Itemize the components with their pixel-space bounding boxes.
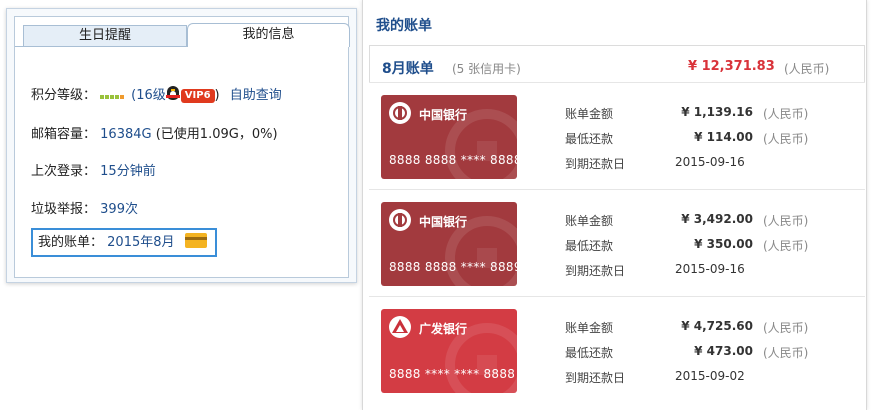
bank-card[interactable]: 中国银行 8888 8888 **** 8889 [381, 202, 517, 286]
bill-amount-label: 账单金额 [565, 107, 614, 121]
bill-amount-row: 账单金额 ¥ 3,492.00 (人民币) [565, 212, 808, 229]
mailbox-usage: (已使用1.09G，0%) [155, 127, 278, 142]
tab-my-info[interactable]: 我的信息 [187, 23, 350, 47]
bill-amount: ¥ 3,492.00 [681, 212, 753, 226]
bill-list: 中国银行 8888 8888 **** 8888 账单金额 ¥ 1,139.16… [369, 82, 865, 403]
bill-amount-label: 账单金额 [565, 321, 614, 335]
tab-birthday-reminder[interactable]: 生日提醒 [23, 25, 187, 47]
bank-name: 中国银行 [419, 215, 468, 229]
min-payment: ¥ 473.00 [694, 344, 753, 358]
last-login-row: 上次登录： 15分钟前 [31, 160, 156, 179]
last-login-value: 15分钟前 [100, 164, 156, 179]
level-bars-icon [100, 88, 125, 103]
cgb-logo-icon [389, 316, 411, 338]
min-payment: ¥ 114.00 [694, 130, 753, 144]
currency-unit: (人民币) [763, 239, 809, 253]
points-label: 积分等级： [31, 88, 97, 103]
due-date-label: 到期还款日 [565, 157, 626, 171]
credit-card-icon[interactable] [184, 233, 207, 248]
spam-row: 垃圾举报： 399次 [31, 198, 138, 217]
my-info-box: 生日提醒 我的信息 积分等级： (16级 VIP6) 自助查询 邮箱容量： 163… [14, 16, 350, 278]
bill-amount: ¥ 4,725.60 [681, 319, 753, 333]
tabs-divider [15, 46, 187, 47]
min-payment-label: 最低还款 [565, 346, 614, 360]
bill-amount: ¥ 1,139.16 [681, 105, 753, 119]
last-login-label: 上次登录： [31, 164, 97, 179]
mailbox-capacity: 16384G [100, 127, 152, 142]
summary-month: 8月账单 [382, 61, 434, 77]
summary-total: ¥ 12,371.83 [688, 59, 775, 74]
card-number: 8888 **** **** 8888 [389, 367, 516, 381]
points-close-paren: ) [214, 88, 220, 103]
bill-amount-label: 账单金额 [565, 214, 614, 228]
due-date: 2015-09-16 [675, 155, 745, 169]
card-number: 8888 8888 **** 8889 [389, 260, 517, 274]
min-payment: ¥ 350.00 [694, 237, 753, 251]
min-payment-row: 最低还款 ¥ 350.00 (人民币) [565, 237, 808, 254]
currency-unit: (人民币) [763, 346, 809, 360]
self-query-link[interactable]: 自助查询 [230, 88, 282, 103]
mailbox-label: 邮箱容量： [31, 127, 97, 142]
currency-unit: (人民币) [763, 214, 809, 228]
points-level: (16级 [131, 88, 166, 103]
due-date-label: 到期还款日 [565, 264, 626, 278]
bill-amount-row: 账单金额 ¥ 4,725.60 (人民币) [565, 319, 808, 336]
points-row: 积分等级： (16级 VIP6) 自助查询 [31, 84, 282, 103]
bill-summary: 8月账单 (5 张信用卡) ¥ 12,371.83 (人民币) [369, 45, 865, 82]
due-date: 2015-09-02 [675, 369, 745, 383]
mailbox-row: 邮箱容量： 16384G (已使用1.09G，0%) [31, 123, 278, 142]
bills-title: 我的账单 [376, 18, 432, 34]
boc-logo-icon [389, 102, 411, 124]
bill-item: 广发银行 8888 **** **** 8888 账单金额 ¥ 4,725.60… [369, 296, 865, 403]
due-date-row: 到期还款日 2015-09-02 [565, 369, 745, 386]
due-date-row: 到期还款日 2015-09-16 [565, 262, 745, 279]
due-date: 2015-09-16 [675, 262, 745, 276]
card-number: 8888 8888 **** 8888 [389, 153, 517, 167]
spam-label: 垃圾举报： [31, 202, 97, 217]
bank-card[interactable]: 广发银行 8888 **** **** 8888 [381, 309, 517, 393]
summary-unit: (人民币) [784, 62, 830, 76]
currency-unit: (人民币) [763, 321, 809, 335]
my-bill-entry[interactable]: 我的账单： 2015年8月 [31, 228, 217, 257]
min-payment-label: 最低还款 [565, 239, 614, 253]
bill-item: 中国银行 8888 8888 **** 8889 账单金额 ¥ 3,492.00… [369, 189, 865, 296]
min-payment-row: 最低还款 ¥ 473.00 (人民币) [565, 344, 808, 361]
my-bills-panel: 我的账单 8月账单 (5 张信用卡) ¥ 12,371.83 (人民币) 中国银… [362, 0, 867, 410]
currency-unit: (人民币) [763, 132, 809, 146]
due-date-label: 到期还款日 [565, 371, 626, 385]
bank-name: 中国银行 [419, 108, 468, 122]
boc-logo-icon [389, 209, 411, 231]
bank-card[interactable]: 中国银行 8888 8888 **** 8888 [381, 95, 517, 179]
info-tabs: 生日提醒 我的信息 [15, 17, 350, 47]
min-payment-label: 最低还款 [565, 132, 614, 146]
vip-badge[interactable]: VIP6 [180, 89, 215, 103]
bill-amount-row: 账单金额 ¥ 1,139.16 (人民币) [565, 105, 808, 122]
spam-count[interactable]: 399次 [100, 202, 138, 217]
my-info-panel: 生日提醒 我的信息 积分等级： (16级 VIP6) 自助查询 邮箱容量： 163… [6, 8, 357, 283]
qq-penguin-icon [165, 86, 180, 101]
min-payment-row: 最低还款 ¥ 114.00 (人民币) [565, 130, 808, 147]
bill-month[interactable]: 2015年8月 [107, 235, 174, 250]
bill-item: 中国银行 8888 8888 **** 8888 账单金额 ¥ 1,139.16… [369, 82, 865, 189]
summary-card-count: (5 张信用卡) [452, 62, 521, 76]
due-date-row: 到期还款日 2015-09-16 [565, 155, 745, 172]
bill-label: 我的账单： [38, 235, 104, 250]
currency-unit: (人民币) [763, 107, 809, 121]
bank-name: 广发银行 [419, 322, 468, 336]
